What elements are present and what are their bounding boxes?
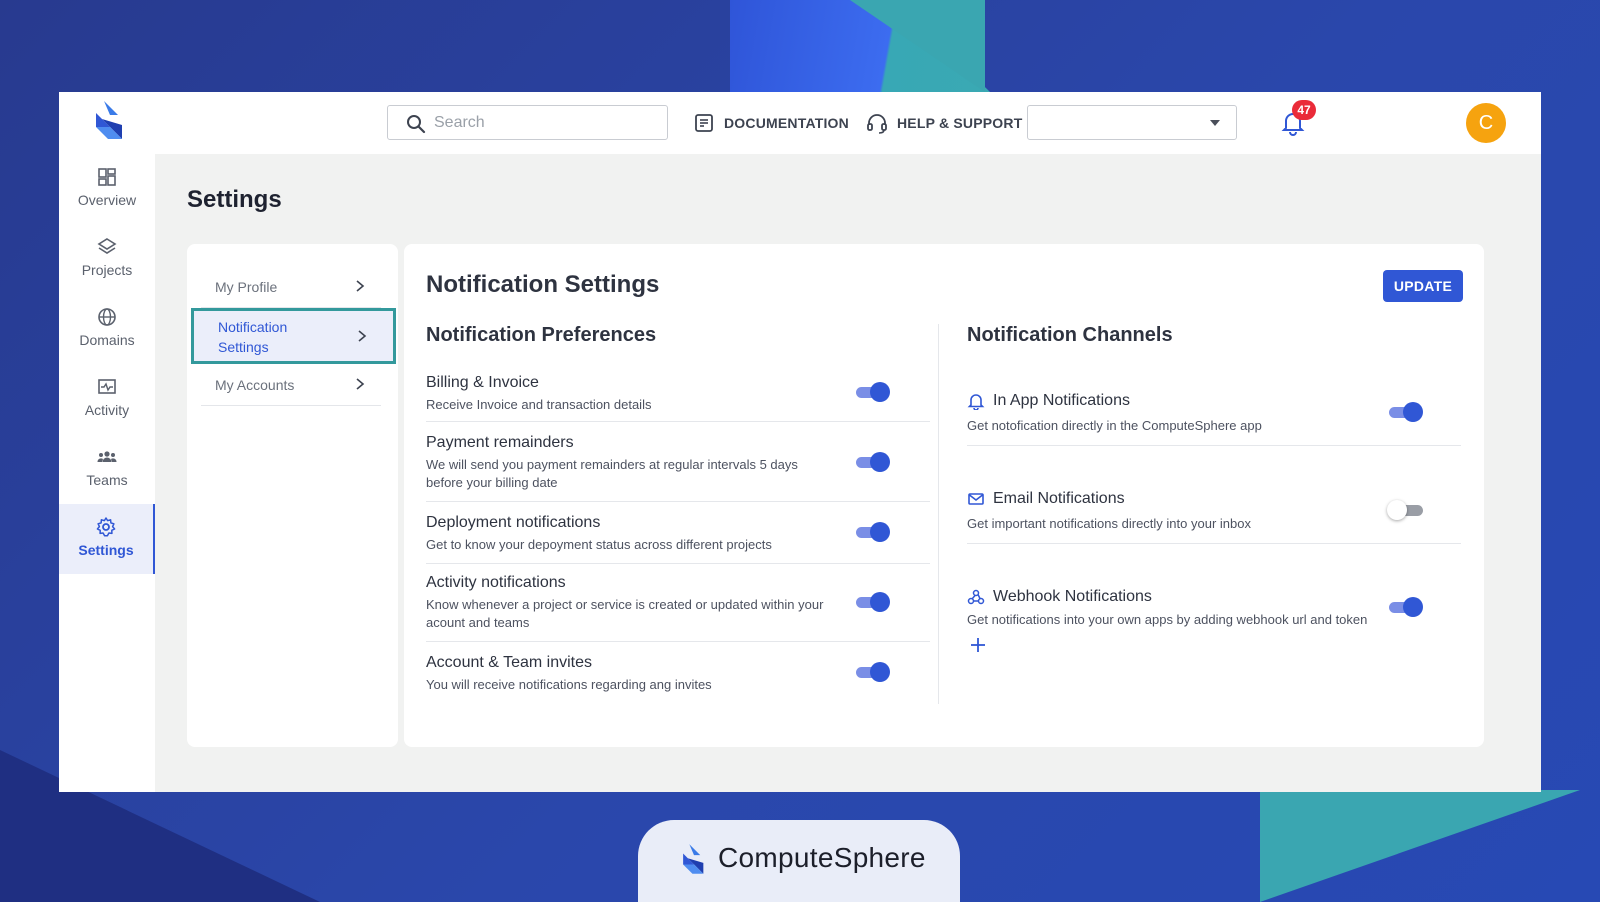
- team-icon: [97, 451, 117, 462]
- sidebar-item-label: Projects: [81, 262, 133, 278]
- dashboard-icon: [98, 168, 116, 186]
- subnav-item-label: My Accounts: [215, 377, 295, 393]
- channel-row-in-app: In App Notifications Get notofication di…: [967, 384, 1461, 446]
- notification-count-badge: 47: [1292, 100, 1316, 120]
- payment-toggle[interactable]: [856, 452, 892, 472]
- top-bar: DOCUMENTATION HELP & SUPPORT 47 C: [59, 92, 1541, 154]
- channel-row-email: Email Notifications Get important notifi…: [967, 482, 1461, 544]
- preference-row-deployment: Deployment notifications Get to know you…: [426, 502, 930, 564]
- headset-icon: [867, 114, 887, 134]
- bell-icon: [967, 394, 985, 410]
- channel-desc: Get notofication directly in the Compute…: [967, 418, 1262, 433]
- sidebar-item-overview[interactable]: Overview: [59, 154, 155, 224]
- account-select[interactable]: [1027, 105, 1237, 140]
- channel-title-wrap: In App Notifications: [967, 392, 1130, 410]
- settings-subnav: My Profile Notification Settings My Acco…: [187, 244, 398, 747]
- webhook-toggle[interactable]: [1389, 597, 1425, 617]
- computesphere-logo: [683, 844, 704, 874]
- subnav-item-label: My Profile: [215, 279, 278, 295]
- mail-icon: [968, 493, 984, 505]
- layers-icon: [97, 238, 117, 254]
- sidebar-item-label: Settings: [78, 542, 134, 558]
- chevron-right-icon: [356, 378, 365, 390]
- sidebar-item-domains[interactable]: Domains: [59, 294, 155, 364]
- preference-title: Deployment notifications: [426, 514, 601, 531]
- channel-title-wrap: Email Notifications: [967, 490, 1125, 508]
- billing-toggle[interactable]: [856, 382, 892, 402]
- chevron-right-icon: [358, 330, 367, 342]
- subnav-item-notification-settings[interactable]: Notification Settings: [191, 308, 396, 364]
- search-input[interactable]: [434, 110, 654, 135]
- help-support-label: HELP & SUPPORT: [897, 115, 1023, 131]
- preference-row-billing: Billing & Invoice Receive Invoice and tr…: [426, 370, 930, 422]
- channels-title: Notification Channels: [967, 324, 1173, 346]
- email-toggle[interactable]: [1387, 500, 1423, 520]
- panel-title: Notification Settings: [426, 271, 660, 298]
- documentation-label: DOCUMENTATION: [724, 115, 849, 131]
- preference-title: Activity notifications: [426, 574, 566, 591]
- channel-title-wrap: Webhook Notifications: [967, 588, 1152, 606]
- sidebar-item-projects[interactable]: Projects: [59, 224, 155, 294]
- invites-toggle[interactable]: [856, 662, 892, 682]
- preferences-title: Notification Preferences: [426, 324, 657, 346]
- channel-title: Webhook Notifications: [993, 588, 1152, 605]
- channel-desc: Get notifications into your own apps by …: [967, 612, 1368, 627]
- preference-row-activity: Activity notifications Know whenever a p…: [426, 564, 930, 642]
- gear-icon: [96, 517, 116, 537]
- subnav-item-my-profile[interactable]: My Profile: [201, 266, 381, 308]
- activity-icon: [98, 379, 116, 394]
- preference-title: Payment remainders: [426, 434, 574, 451]
- sidebar-item-teams[interactable]: Teams: [59, 434, 155, 504]
- sidebar-item-label: Teams: [86, 472, 128, 488]
- brand-name: ComputeSphere: [718, 842, 926, 873]
- sidebar-item-settings[interactable]: Settings: [59, 504, 155, 574]
- column-divider: [938, 324, 939, 704]
- channel-row-webhook: Webhook Notifications Get notifications …: [967, 580, 1461, 630]
- update-button[interactable]: UPDATE: [1383, 270, 1463, 302]
- preference-desc: You will receive notifications regarding…: [426, 677, 712, 692]
- preference-desc: Receive Invoice and transaction details: [426, 397, 652, 412]
- channel-title: In App Notifications: [993, 392, 1130, 409]
- deployment-toggle[interactable]: [856, 522, 892, 542]
- preference-row-invites: Account & Team invites You will receive …: [426, 642, 930, 702]
- document-icon: [695, 114, 713, 132]
- in-app-toggle[interactable]: [1389, 402, 1425, 422]
- help-support-link[interactable]: HELP & SUPPORT: [866, 110, 1022, 136]
- webhook-icon: [967, 589, 985, 605]
- chevron-down-icon: [1210, 120, 1220, 126]
- computesphere-logo[interactable]: [92, 99, 128, 141]
- add-webhook-icon[interactable]: [969, 636, 987, 654]
- notification-settings-panel: Notification Settings UPDATE Notificatio…: [404, 244, 1484, 747]
- sidebar-item-label: Activity: [84, 402, 130, 418]
- subnav-item-label: Notification Settings: [218, 319, 288, 355]
- subnav-item-my-accounts[interactable]: My Accounts: [201, 366, 381, 406]
- documentation-link[interactable]: DOCUMENTATION: [693, 110, 849, 136]
- preference-title: Account & Team invites: [426, 654, 593, 671]
- sidebar: Overview Projects Domains Activity Teams…: [59, 154, 155, 792]
- search-box[interactable]: [387, 105, 668, 140]
- preference-desc: Know whenever a project or service is cr…: [426, 597, 824, 630]
- search-icon: [407, 115, 426, 134]
- channel-title: Email Notifications: [993, 490, 1125, 507]
- globe-icon: [98, 308, 116, 326]
- preference-title: Billing & Invoice: [426, 374, 539, 391]
- sidebar-item-label: Domains: [79, 332, 135, 348]
- sidebar-item-label: Overview: [77, 192, 137, 208]
- chevron-right-icon: [356, 280, 365, 292]
- preference-row-payment: Payment remainders We will send you paym…: [426, 422, 930, 502]
- sidebar-item-activity[interactable]: Activity: [59, 364, 155, 434]
- page-title: Settings: [187, 186, 282, 213]
- brand-footer: ComputeSphere: [638, 820, 960, 902]
- avatar[interactable]: C: [1466, 103, 1506, 143]
- app-window: DOCUMENTATION HELP & SUPPORT 47 C: [59, 92, 1541, 792]
- preference-desc: Get to know your depoyment status across…: [426, 537, 772, 552]
- preference-desc: We will send you payment remainders at r…: [426, 457, 798, 490]
- activity-toggle[interactable]: [856, 592, 892, 612]
- channel-desc: Get important notifications directly int…: [967, 516, 1251, 531]
